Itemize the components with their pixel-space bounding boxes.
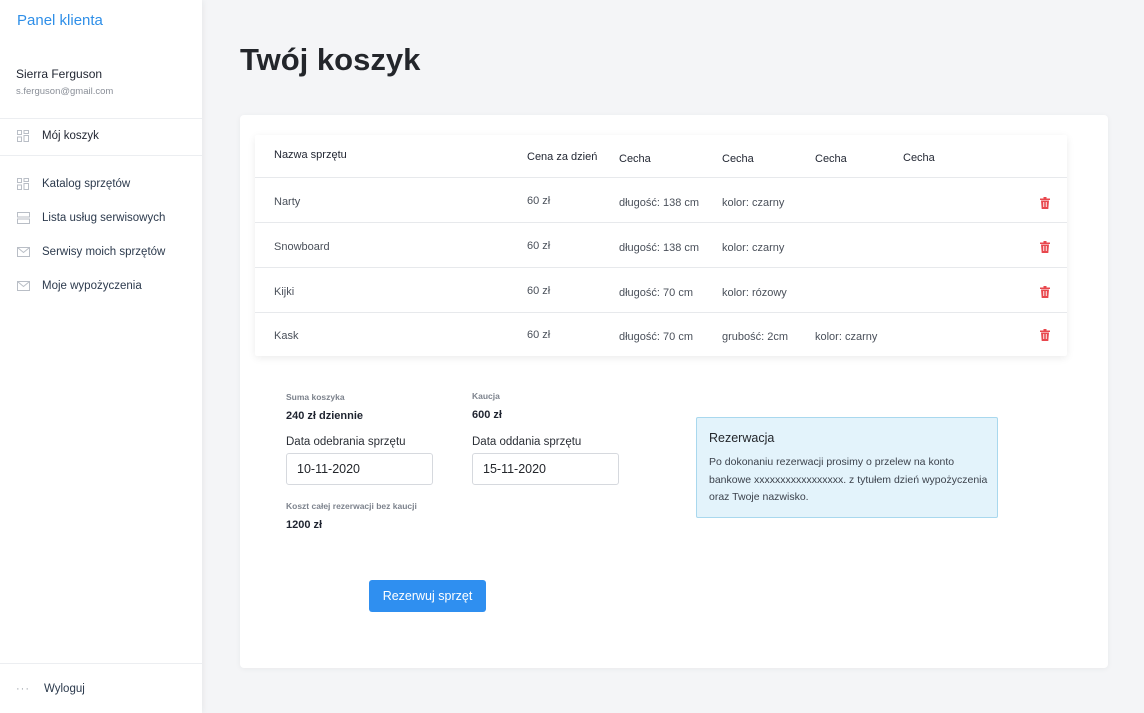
sidebar-item-label: Lista usług serwisowych	[42, 212, 166, 224]
table-row: Kask 60 zł długość: 70 cm grubość: 2cm k…	[255, 312, 1067, 357]
sidebar-item-label: Mój koszyk	[42, 130, 99, 142]
table-row: Narty 60 zł długość: 138 cm kolor: czarn…	[255, 178, 1067, 223]
cell-feature: długość: 138 cm	[619, 242, 700, 254]
divider	[0, 118, 202, 119]
cell-feature: kolor: czarny	[722, 242, 785, 254]
total-cost-label: Koszt całej rezerwacji bez kaucji	[286, 501, 417, 511]
cell-name: Kask	[274, 330, 299, 342]
cell-price: 60 zł	[527, 195, 551, 207]
trash-icon[interactable]	[1040, 196, 1050, 209]
reservation-info-box: Rezerwacja Po dokonaniu rezerwacji prosi…	[696, 417, 998, 518]
dots-icon: ···	[16, 683, 30, 695]
grid-icon	[16, 177, 30, 191]
column-header: Nazwa sprzętu	[274, 149, 347, 161]
return-date-label: Data oddania sprzętu	[472, 436, 582, 448]
divider	[0, 155, 202, 156]
pickup-date-label: Data odebrania sprzętu	[286, 436, 406, 448]
cell-feature: długość: 70 cm	[619, 287, 693, 299]
column-header: Cecha	[903, 152, 935, 164]
total-cost-value: 1200 zł	[286, 519, 323, 531]
mail-icon	[16, 245, 30, 259]
grid-icon	[16, 129, 30, 143]
sidebar-item-label: Serwisy moich sprzętów	[42, 246, 166, 258]
cell-feature: kolor: rózowy	[722, 287, 787, 299]
return-date-input[interactable]	[472, 453, 619, 485]
column-header: Cecha	[722, 153, 754, 165]
trash-icon[interactable]	[1040, 328, 1050, 341]
sidebar-item-serwisy[interactable]: Serwisy moich sprzętów	[16, 243, 165, 261]
sidebar-item-moj-koszyk[interactable]: Mój koszyk	[16, 127, 99, 145]
user-email: s.ferguson@gmail.com	[16, 86, 114, 97]
divider	[0, 663, 202, 664]
cell-name: Narty	[274, 196, 301, 208]
sidebar-item-label: Moje wypożyczenia	[42, 280, 142, 292]
sum-value: 240 zł dziennie	[286, 410, 364, 422]
cart-table: Nazwa sprzętu Cena za dzień Cecha Cecha …	[255, 135, 1067, 356]
cell-price: 60 zł	[527, 329, 551, 341]
sidebar-item-label: Katalog sprzętów	[42, 178, 131, 190]
table-header: Nazwa sprzętu Cena za dzień Cecha Cecha …	[255, 135, 1067, 178]
cell-name: Kijki	[274, 286, 295, 298]
sidebar-item-lista-uslug[interactable]: Lista usług serwisowych	[16, 209, 165, 227]
reserve-button[interactable]: Rezerwuj sprzęt	[369, 580, 486, 612]
trash-icon[interactable]	[1040, 240, 1050, 253]
logout-button[interactable]: ··· Wyloguj	[16, 683, 85, 695]
logout-label: Wyloguj	[44, 683, 85, 695]
cell-price: 60 zł	[527, 285, 551, 297]
table-row: Kijki 60 zł długość: 70 cm kolor: rózowy	[255, 268, 1067, 313]
info-text: Po dokonaniu rezerwacji prosimy o przele…	[709, 456, 988, 503]
cell-feature: kolor: czarny	[815, 331, 878, 343]
column-header: Cecha	[619, 153, 651, 165]
cell-feature: grubość: 2cm	[722, 331, 789, 343]
trash-icon[interactable]	[1040, 285, 1050, 298]
sidebar-item-wypozyczenia[interactable]: Moje wypożyczenia	[16, 277, 142, 295]
cart-card: Nazwa sprzętu Cena za dzień Cecha Cecha …	[240, 115, 1108, 668]
cell-price: 60 zł	[527, 240, 551, 252]
cell-feature: kolor: czarny	[722, 197, 785, 209]
deposit-value: 600 zł	[472, 409, 502, 421]
cell-feature: długość: 138 cm	[619, 197, 700, 209]
page-title: Twój koszyk	[240, 42, 421, 77]
user-name: Sierra Ferguson	[16, 67, 103, 81]
deposit-label: Kaucja	[472, 391, 500, 401]
column-header: Cecha	[815, 153, 847, 165]
sidebar-item-katalog[interactable]: Katalog sprzętów	[16, 175, 130, 193]
cell-name: Snowboard	[274, 241, 330, 253]
list-icon	[16, 211, 30, 225]
cell-feature: długość: 70 cm	[619, 331, 693, 343]
sum-label: Suma koszyka	[286, 392, 345, 402]
table-row: Snowboard 60 zł długość: 138 cm kolor: c…	[255, 223, 1067, 268]
column-header: Cena za dzień	[527, 151, 598, 163]
sidebar: Panel klienta Sierra Ferguson s.ferguson…	[0, 0, 202, 713]
brand-title: Panel klienta	[17, 12, 103, 29]
info-title: Rezerwacja	[709, 431, 775, 445]
mail-icon	[16, 279, 30, 293]
pickup-date-input[interactable]	[286, 453, 433, 485]
